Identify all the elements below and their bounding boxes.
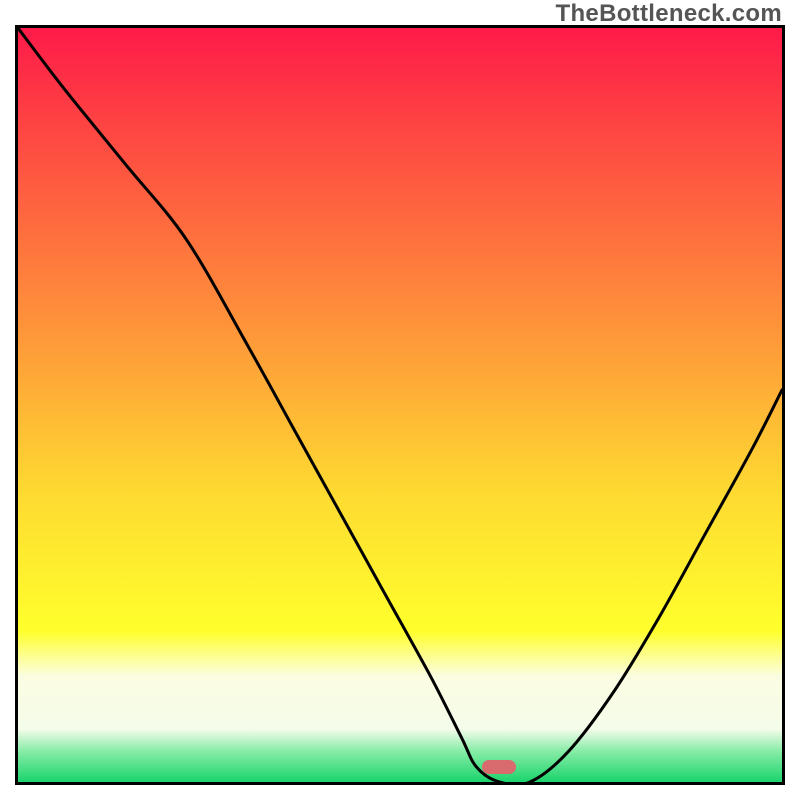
optimal-point-marker [482,760,516,774]
chart-background-gradient [18,28,782,782]
watermark-text: TheBottleneck.com [556,0,782,28]
chart-plot-area [15,25,785,785]
chart-frame: TheBottleneck.com [0,0,800,800]
chart-svg [18,28,782,782]
